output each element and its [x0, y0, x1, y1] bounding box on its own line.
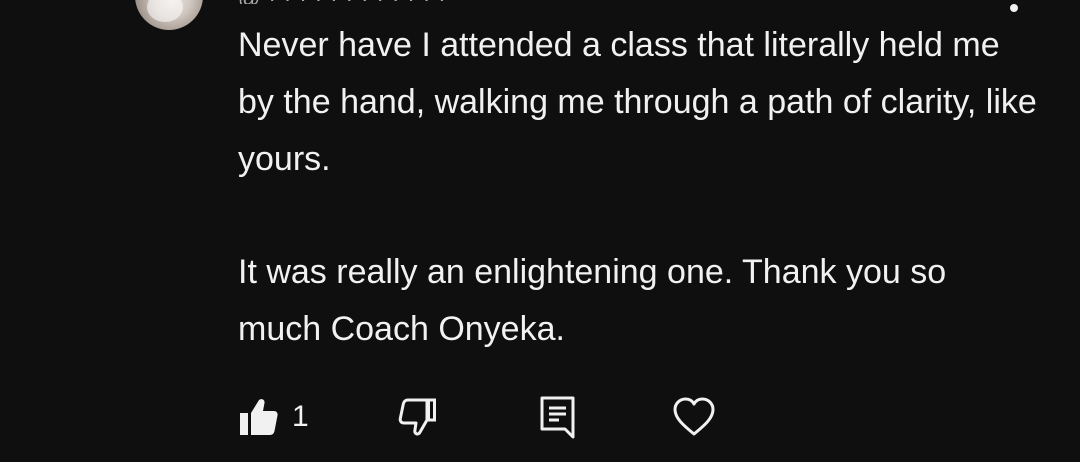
comment-author-label: @ · · · · · · · · · · · ·: [238, 0, 538, 4]
like-button[interactable]: 1: [238, 393, 309, 441]
dislike-button[interactable]: [396, 393, 438, 441]
comment-actions: 1: [238, 393, 758, 443]
heart-button[interactable]: [671, 393, 717, 441]
comment-text: Never have I attended a class that liter…: [238, 17, 1038, 358]
comment-paragraph-2: It was really an enlightening one. Thank…: [238, 253, 947, 348]
reply-button[interactable]: [538, 393, 578, 441]
more-options-button[interactable]: [1002, 0, 1026, 12]
reply-comment-icon: [540, 396, 575, 439]
avatar[interactable]: [135, 0, 203, 30]
comment-item: @ · · · · · · · · · · · · Never have I a…: [0, 0, 1080, 462]
like-count: 1: [292, 400, 309, 433]
thumbs-down-icon: [398, 398, 436, 436]
heart-icon: [673, 397, 715, 436]
comment-author[interactable]: @ · · · · · · · · · · · ·: [238, 0, 538, 4]
thumbs-up-icon: [240, 399, 278, 435]
more-vertical-icon: [1010, 4, 1018, 12]
comment-paragraph-1: Never have I attended a class that liter…: [238, 26, 1037, 178]
